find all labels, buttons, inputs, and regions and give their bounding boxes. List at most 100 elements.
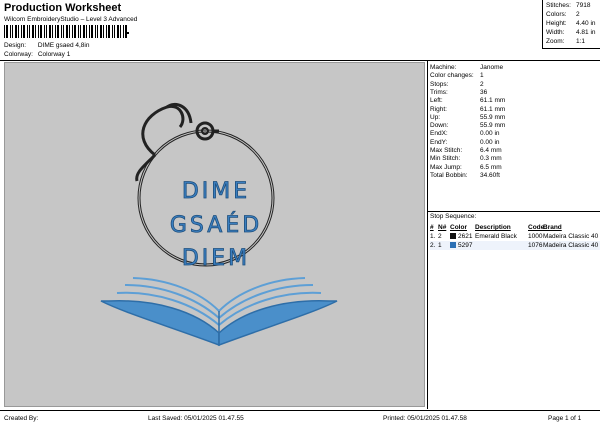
- barcode-bar: [4, 25, 5, 38]
- stat-width: Width: 4.81 in: [546, 29, 596, 36]
- design-value: DIME gsaed 4,8in: [37, 42, 90, 49]
- barcode-bar: [78, 25, 79, 38]
- barcode-bar: [44, 25, 45, 38]
- barcode-bar: [61, 25, 62, 38]
- info-value: 55.9 mm: [480, 122, 506, 130]
- info-label: EndY:: [430, 138, 448, 146]
- sequence-row: 1. 2 2621 Emerald Black 1000 Madeira Cla…: [430, 232, 600, 241]
- info-label: Total Bobbin:: [430, 171, 468, 179]
- stop-sequence-title: Stop Sequence:: [430, 213, 477, 220]
- stats-panel: Stitches: 7918 Colors: 2 Height: 4.40 in Wi…: [542, 0, 600, 49]
- printed-date: Printed: 05/01/2025 01.47.58: [383, 415, 467, 422]
- barcode-bar: [21, 25, 22, 38]
- color-swatch: [450, 242, 456, 248]
- info-value: 2: [480, 80, 484, 88]
- barcode-bar: [86, 25, 87, 38]
- barcode-bar: [69, 25, 70, 38]
- info-value: 61.1 mm: [480, 97, 506, 105]
- seq-description: Emerald Black: [475, 233, 517, 240]
- barcode-bar: [40, 25, 42, 38]
- info-label: Trims:: [430, 88, 448, 96]
- info-label: Machine:: [430, 64, 457, 71]
- info-label: Stops:: [430, 80, 449, 88]
- barcode-bar: [72, 25, 73, 38]
- colorway-row: Colorway: Colorway 1: [4, 51, 70, 58]
- stat-colors: Colors: 2: [546, 11, 580, 18]
- design-label: Design:: [4, 42, 27, 49]
- barcode-bar: [18, 25, 19, 38]
- barcode-bar: [112, 25, 113, 38]
- barcode-bar: [83, 25, 85, 38]
- created-by: Created By:: [4, 415, 39, 422]
- barcode-bar: [35, 25, 36, 38]
- barcode-bar: [38, 25, 39, 38]
- design-text-line-2: GSAÉD: [170, 212, 262, 238]
- info-label: Max Jump:: [430, 163, 462, 171]
- barcode-bar: [66, 25, 68, 38]
- barcode-bar: [46, 25, 47, 38]
- embroidery-artwork: DIME GSAÉD DIEM: [100, 102, 338, 347]
- info-label: Down:: [430, 122, 449, 130]
- seq-color-code: 2621: [458, 233, 473, 240]
- barcode-bar: [10, 25, 11, 38]
- design-text-line-1: DIME: [182, 179, 250, 204]
- sequence-divider: [428, 211, 600, 212]
- barcode-bar: [95, 25, 96, 38]
- seq-brand: Madeira Classic 40: [543, 233, 599, 240]
- info-value: 6.5 mm: [480, 163, 502, 171]
- info-value: Janome: [480, 64, 504, 71]
- info-value: 61.1 mm: [480, 105, 506, 113]
- design-preview: DIME GSAÉD DIEM: [4, 62, 425, 407]
- barcode-bar: [6, 25, 8, 38]
- stop-sequence-table: # N# Color Description Code Brand 1. 2 2…: [430, 223, 600, 250]
- barcode-bar: [108, 25, 110, 38]
- seq-thread-code: 1000: [528, 233, 543, 240]
- barcode-bar: [63, 25, 64, 38]
- info-value: 36: [480, 88, 488, 96]
- info-value: 0.00 in: [480, 130, 500, 138]
- barcode-bar: [106, 25, 107, 38]
- info-value: 6.4 mm: [480, 147, 502, 154]
- barcode-bar: [89, 25, 90, 38]
- barcode-bar: [123, 25, 124, 38]
- seq-thread-code: 1076: [528, 242, 543, 249]
- info-value: 0.3 mm: [480, 155, 502, 163]
- barcode-bar: [120, 25, 121, 38]
- barcode-bar: [52, 25, 53, 38]
- barcode-bar: [117, 25, 119, 38]
- color-swatch: [450, 233, 456, 239]
- barcode-bar: [55, 25, 56, 38]
- barcode-bar: [100, 25, 102, 38]
- sequence-header-row: # N# Color Description Code Brand: [430, 224, 562, 231]
- colorway-label: Colorway:: [4, 51, 33, 58]
- stat-zoom: Zoom: 1:1: [546, 38, 586, 45]
- seq-needle: 1: [438, 242, 442, 249]
- info-value: 0.00 in: [480, 138, 500, 146]
- footer: Created By: Last Saved: 05/01/2025 01.47…: [0, 410, 600, 424]
- info-value: 55.9 mm: [480, 113, 506, 121]
- design-text-line-3: DIEM: [182, 246, 250, 271]
- worksheet-title: Production Worksheet: [4, 2, 122, 14]
- barcode-bar: [80, 25, 81, 38]
- info-label: Right:: [430, 105, 447, 113]
- info-value: 1: [480, 72, 484, 80]
- info-label: Max Stitch:: [430, 147, 463, 154]
- design-row: Design: DIME gsaed 4,8in: [4, 42, 89, 49]
- stat-stitches: Stitches: 7918: [546, 2, 591, 9]
- barcode: [4, 25, 127, 38]
- barcode-bar: [74, 25, 76, 38]
- page-number: Page 1 of 1: [548, 415, 582, 422]
- barcode-bar: [103, 25, 104, 38]
- barcode-bar: [12, 25, 13, 38]
- colorway-value: Colorway 1: [37, 51, 71, 58]
- info-label: Left:: [430, 97, 443, 105]
- seq-needle: 2: [438, 233, 442, 240]
- open-book: [100, 277, 338, 347]
- seq-index: 2.: [430, 242, 436, 249]
- barcode-bar: [57, 25, 59, 38]
- barcode-bar: [23, 25, 25, 38]
- seq-color-code: 5297: [458, 242, 473, 249]
- barcode-bar: [49, 25, 51, 38]
- barcode-bar: [32, 25, 34, 38]
- seq-brand: Madeira Classic 40: [543, 242, 599, 249]
